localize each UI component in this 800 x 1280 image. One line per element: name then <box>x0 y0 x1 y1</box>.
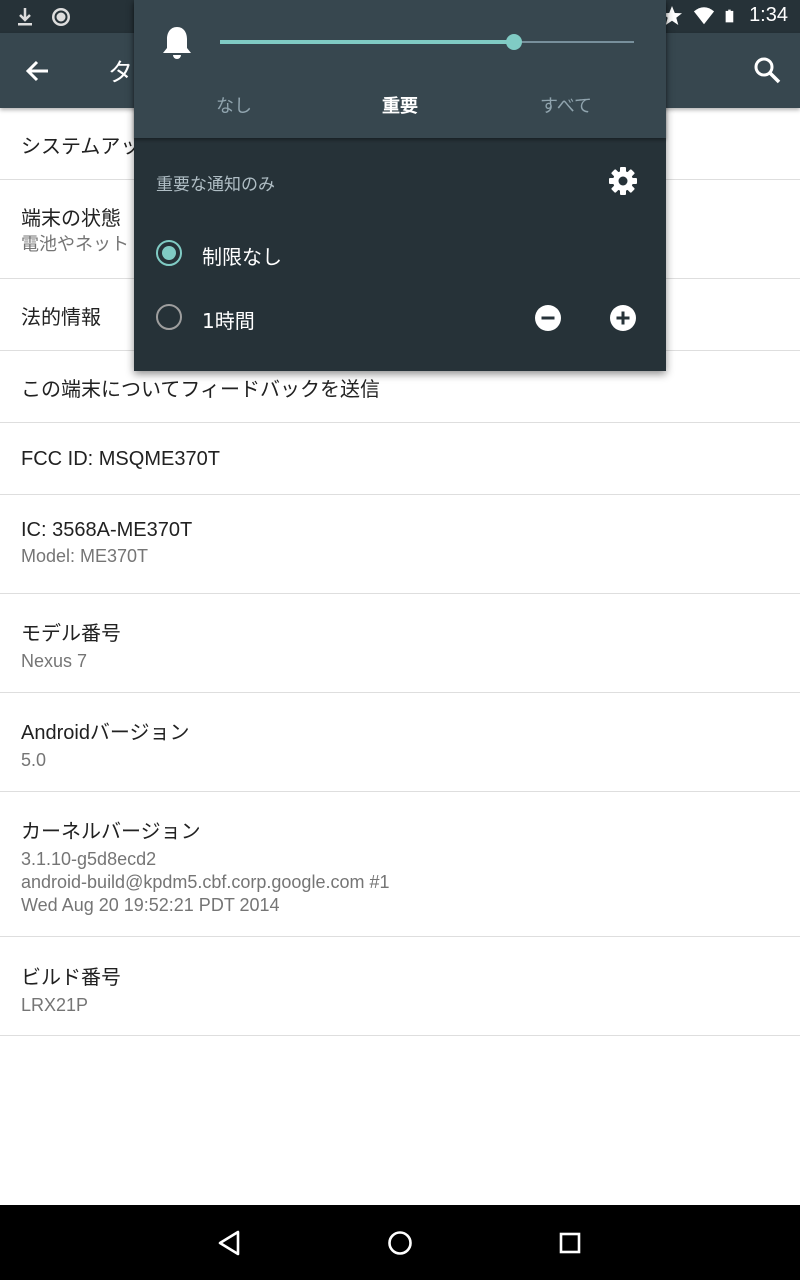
mode-priority[interactable]: 重要 <box>340 92 460 118</box>
radio-one-hour[interactable] <box>156 304 182 330</box>
plus-circle-icon[interactable] <box>610 305 636 331</box>
volume-slider-fill <box>220 40 514 44</box>
list-item-subtitle-line: Wed Aug 20 19:52:21 PDT 2014 <box>21 895 280 915</box>
volume-panel-header: なし 重要 すべて <box>134 0 666 138</box>
list-item-build-number[interactable]: ビルド番号 LRX21P <box>0 937 800 1036</box>
list-item-title: モデル番号 <box>21 623 121 645</box>
list-item-subtitle-line: 3.1.10-g5d8ecd2 <box>21 849 157 869</box>
system-nav-bar <box>0 1205 800 1280</box>
list-item-model-number[interactable]: モデル番号 Nexus 7 <box>0 594 800 693</box>
list-item-subtitle: 5.0 <box>21 750 47 770</box>
sync-icon <box>52 8 70 26</box>
volume-panel: なし 重要 すべて 重要な通知のみ 制限なし 1時間 <box>134 0 666 371</box>
volume-slider-thumb[interactable] <box>505 34 522 50</box>
list-item-kernel-version[interactable]: カーネルバージョン 3.1.10-g5d8ecd2 android-build@… <box>0 792 800 937</box>
home-circle-icon[interactable] <box>384 1227 416 1259</box>
gear-icon[interactable] <box>608 166 638 196</box>
list-item-title: IC: 3568A-ME370T <box>21 519 193 541</box>
list-item-ic[interactable]: IC: 3568A-ME370T Model: ME370T <box>0 495 800 594</box>
list-item-subtitle: LRX21P <box>21 995 89 1015</box>
option-one-hour-label[interactable]: 1時間 <box>202 305 255 334</box>
priority-only-heading: 重要な通知のみ <box>156 175 275 195</box>
download-icon <box>18 8 32 26</box>
page-title: タ <box>108 58 134 87</box>
bell-icon[interactable] <box>160 24 194 62</box>
list-item-title: ビルド番号 <box>21 967 121 989</box>
minus-circle-icon[interactable] <box>535 305 561 331</box>
volume-slider[interactable] <box>220 34 634 50</box>
clock: 1:34 <box>749 4 788 26</box>
mode-all[interactable]: すべて <box>506 92 626 118</box>
list-item-subtitle: Model: ME370T <box>21 546 149 566</box>
option-indefinitely-label[interactable]: 制限なし <box>202 241 282 270</box>
list-item-title: Androidバージョン <box>21 722 190 744</box>
list-item-android-version[interactable]: Androidバージョン 5.0 <box>0 693 800 792</box>
battery-icon <box>725 9 734 22</box>
radio-indefinitely[interactable] <box>156 240 182 266</box>
mode-none[interactable]: なし <box>174 92 294 118</box>
list-item-title: この端末についてフィードバックを送信 <box>21 379 380 401</box>
list-item-title: FCC ID: MSQME370T <box>21 448 220 470</box>
list-item-title: カーネルバージョン <box>21 821 201 843</box>
recents-square-icon[interactable] <box>554 1227 586 1259</box>
wifi-icon <box>693 6 715 24</box>
list-item-fcc-id[interactable]: FCC ID: MSQME370T <box>0 423 800 495</box>
list-item-subtitle-line: android-build@kpdm5.cbf.corp.google.com … <box>21 872 390 892</box>
list-item-subtitle: Nexus 7 <box>21 651 88 671</box>
back-arrow-icon[interactable] <box>22 55 54 87</box>
search-icon[interactable] <box>752 55 782 85</box>
back-triangle-icon[interactable] <box>214 1227 246 1259</box>
